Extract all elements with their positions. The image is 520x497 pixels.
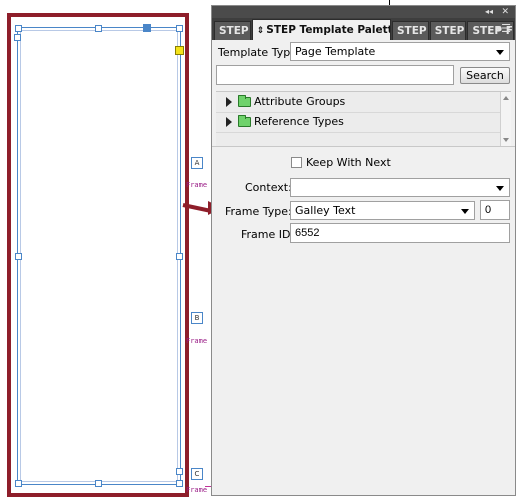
tree-item-reference-types[interactable]: Reference Types (226, 114, 344, 130)
tree-divider (216, 112, 502, 113)
tab-label: STEP Template Palette (266, 24, 391, 36)
scroll-up-icon[interactable] (503, 96, 509, 100)
tab-label: STEP (396, 25, 427, 37)
frame-in-port-handle[interactable] (143, 24, 151, 32)
folder-icon (238, 95, 251, 107)
frame-type-value: Galley Text (295, 204, 356, 217)
tag-marker: A (191, 157, 203, 169)
keep-with-next-label: Keep With Next (306, 156, 391, 169)
frame-handle-top-right[interactable] (176, 25, 183, 32)
frame-handle-middle-left[interactable] (15, 253, 22, 260)
expand-arrow-icon[interactable] (226, 117, 232, 127)
text-frame-inset (20, 30, 178, 482)
tab-order-icon: ⇕ (256, 26, 265, 36)
frame-id-label: Frame ID (241, 228, 291, 241)
tab-label: STEP (219, 25, 249, 37)
frame-handle-bottom-center[interactable] (95, 480, 102, 487)
panel-menu-icon[interactable]: ▾☰ (496, 23, 511, 34)
frame-type-number-field[interactable] (480, 200, 510, 220)
frame-out-port-handle[interactable] (176, 468, 183, 475)
search-input[interactable] (216, 65, 454, 85)
frame-type-select[interactable]: Galley Text (290, 201, 475, 220)
tab-label: STEP (434, 25, 465, 37)
tag-marker: C (191, 468, 203, 480)
step-template-palette: ◂◂ ✕ STEP ⇕ STEP Template Palette STEP ST… (211, 5, 516, 496)
chevron-down-icon (496, 186, 504, 191)
frame-handle-top-left[interactable] (15, 25, 22, 32)
frame-handle-middle-right[interactable] (176, 253, 183, 260)
frame-id-field[interactable] (290, 223, 510, 243)
chevron-down-icon (496, 50, 504, 55)
context-label: Context: (245, 181, 292, 194)
tree-item-label: Attribute Groups (254, 95, 346, 108)
keep-with-next-checkbox[interactable] (291, 157, 302, 168)
frame-handle-bottom-right[interactable] (176, 480, 183, 487)
frame-link-label: Frame (186, 486, 208, 494)
corner-options-handle[interactable] (175, 46, 184, 55)
tree-scrollbar[interactable] (500, 92, 511, 146)
frame-link-label: Frame (186, 181, 208, 189)
search-button[interactable]: Search (460, 67, 510, 84)
tree-item-label: Reference Types (254, 115, 344, 128)
frame-link-label: Frame (186, 337, 208, 345)
tab-step-3[interactable]: STEP (429, 21, 467, 40)
tab-step-template-palette[interactable]: ⇕ STEP Template Palette (251, 19, 391, 40)
panel-tab-bar: STEP ⇕ STEP Template Palette STEP STEP ST… (212, 18, 515, 40)
folder-icon (238, 115, 251, 127)
double-chevron-left-icon[interactable]: ◂◂ (485, 6, 493, 18)
template-type-label: Template Type (218, 46, 297, 59)
frame-handle-bottom-left[interactable] (15, 480, 22, 487)
frame-type-label: Frame Type: (225, 205, 292, 218)
template-type-value: Page Template (295, 45, 376, 58)
scroll-down-icon[interactable] (503, 138, 509, 142)
frame-handle-top-center[interactable] (95, 25, 102, 32)
close-icon[interactable]: ✕ (501, 6, 509, 18)
tree-divider (216, 132, 502, 133)
tree-item-attribute-groups[interactable]: Attribute Groups (226, 94, 345, 110)
context-select[interactable] (290, 178, 510, 197)
panel-title-bar[interactable]: ◂◂ ✕ (212, 6, 515, 18)
template-tree[interactable]: Attribute Groups Reference Types (216, 91, 511, 147)
template-type-select[interactable]: Page Template (290, 42, 510, 61)
tab-step-1[interactable]: STEP (214, 21, 251, 40)
section-divider (212, 146, 515, 147)
frame-inner-handle-top-left[interactable] (14, 34, 21, 41)
tab-step-2[interactable]: STEP (391, 21, 429, 40)
tag-marker: B (191, 312, 203, 324)
expand-arrow-icon[interactable] (226, 97, 232, 107)
chevron-down-icon (461, 209, 469, 214)
